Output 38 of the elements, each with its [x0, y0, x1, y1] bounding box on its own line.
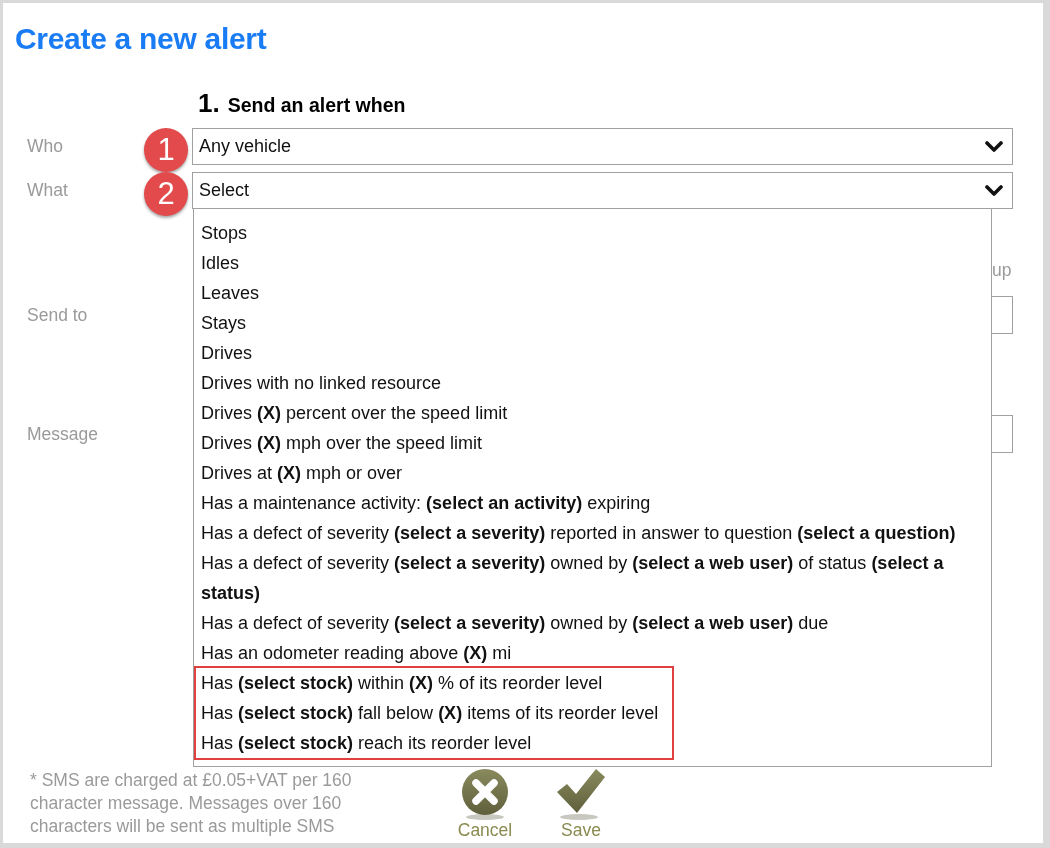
chevron-down-icon — [985, 141, 1003, 152]
dropdown-option[interactable]: Idles — [194, 248, 991, 278]
field-label: Send to — [27, 304, 89, 326]
dropdown-option[interactable]: Has (select stock) reach its reorder level — [196, 728, 659, 758]
dropdown-option[interactable]: Leaves — [194, 278, 991, 308]
number-badge: 2 — [144, 171, 188, 216]
dropdown-option[interactable]: Has (select stock) fall below (X) items of its reorder level — [196, 698, 659, 728]
input-field[interactable] — [992, 415, 1013, 453]
checkmark-icon — [557, 769, 605, 820]
dropdown-option[interactable]: Has a defect of severity (select a severity) owned by (select a web user) of status (select a status) — [194, 548, 991, 608]
page-title: Create a new alert — [15, 21, 268, 57]
cross-circle-icon — [462, 769, 508, 820]
dropdown-field[interactable]: Select — [192, 172, 1013, 209]
dropdown-option[interactable]: Stays — [194, 308, 991, 338]
dropdown-option[interactable]: Has a defect of severity (select a severity) reported in answer to question (select a question) — [194, 518, 991, 548]
cancel-button[interactable]: Cancel — [455, 769, 515, 840]
input-field[interactable] — [992, 296, 1013, 334]
dropdown-option[interactable]: Has an odometer reading above (X) mi — [194, 638, 991, 668]
dropdown-option[interactable]: Has a maintenance activity: (select an activity) expiring — [194, 488, 991, 518]
dropdown-option[interactable]: Drives (X) percent over the speed limit — [194, 398, 991, 428]
number-badge: 1 — [144, 127, 188, 172]
step-number: 1. — [198, 88, 220, 118]
dropdown-option[interactable]: Has a defect of severity (select a severity) owned by (select a web user) due — [194, 608, 991, 638]
dropdown-option[interactable]: Drives — [194, 338, 991, 368]
dropdown-option[interactable]: Drives with no linked resource — [194, 368, 991, 398]
dropdown-option[interactable]: Stops — [194, 218, 991, 248]
dropdown-option[interactable]: Has (select stock) within (X) % of its reorder level — [196, 668, 659, 698]
dropdown-option[interactable]: Drives (X) mph over the speed limit — [194, 428, 991, 458]
field-label: Who — [27, 136, 64, 157]
field-label: Message — [27, 423, 99, 445]
dropdown-field[interactable]: Any vehicle — [192, 128, 1013, 165]
save-button[interactable]: Save — [551, 769, 611, 840]
field-label: What — [27, 180, 69, 201]
chevron-down-icon — [985, 185, 1003, 196]
sms-note: * SMS are charged at £0.05+VAT per 160 character message. Messages over 160 characters will be sent as multiple SMS — [30, 769, 353, 838]
dropdown-option[interactable]: Drives at (X) mph or over — [194, 458, 991, 488]
step-heading: Send an alert when — [227, 93, 406, 118]
label-fragment: up — [992, 259, 1012, 281]
